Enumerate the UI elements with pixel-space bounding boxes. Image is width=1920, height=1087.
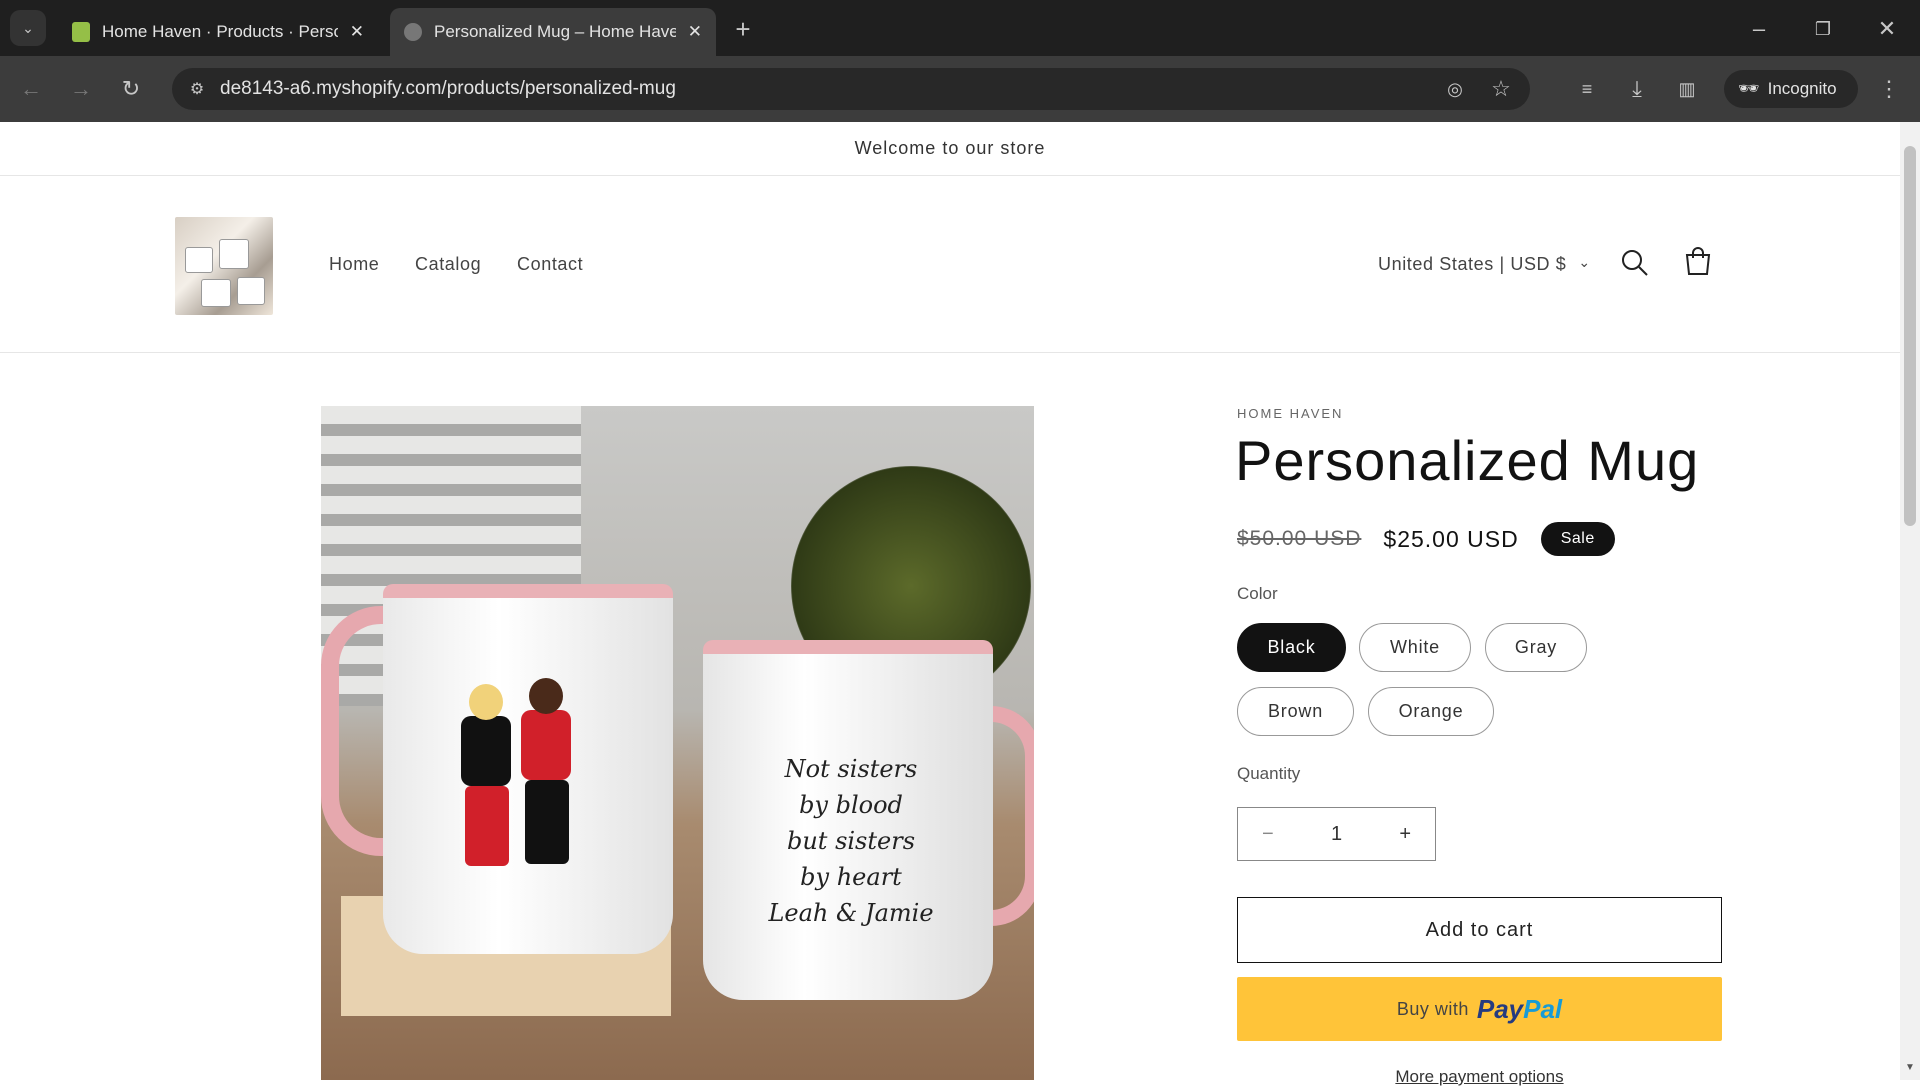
globe-icon bbox=[404, 23, 422, 41]
country-selector[interactable]: United States | USD $ ⌄ bbox=[1378, 254, 1591, 275]
tab-bar: ⌄ Home Haven · Products · Personalized M… bbox=[0, 0, 1920, 56]
color-option-brown[interactable]: Brown bbox=[1237, 687, 1354, 736]
reload-button[interactable]: ↻ bbox=[114, 72, 148, 106]
menu-icon[interactable]: ⋮ bbox=[1872, 72, 1906, 106]
search-icon[interactable] bbox=[1620, 248, 1650, 278]
media-icon[interactable]: ≡ bbox=[1570, 72, 1604, 106]
paypal-button[interactable]: Buy with PayPal bbox=[1237, 977, 1722, 1041]
more-payment-options-link[interactable]: More payment options bbox=[1237, 1067, 1722, 1087]
product-title: Personalized Mug bbox=[1235, 429, 1700, 492]
close-window-button[interactable]: ✕ bbox=[1870, 12, 1904, 46]
close-tab-icon[interactable]: ✕ bbox=[350, 22, 364, 42]
back-button[interactable]: ← bbox=[14, 72, 48, 106]
color-option-gray[interactable]: Gray bbox=[1485, 623, 1587, 672]
quantity-stepper: − 1 + bbox=[1237, 807, 1436, 861]
color-label: Color bbox=[1237, 584, 1278, 603]
increase-quantity-button[interactable]: + bbox=[1399, 823, 1411, 846]
nav-catalog[interactable]: Catalog bbox=[415, 254, 481, 275]
scroll-down-arrow[interactable]: ▼ bbox=[1905, 1062, 1915, 1073]
chevron-down-icon: ⌄ bbox=[1578, 254, 1591, 270]
nav-home[interactable]: Home bbox=[329, 254, 379, 275]
forward-button[interactable]: → bbox=[64, 72, 98, 106]
new-tab-button[interactable]: + bbox=[726, 12, 760, 46]
announcement-bar: Welcome to our store bbox=[0, 122, 1900, 176]
eye-off-icon[interactable]: ◎ bbox=[1440, 74, 1470, 104]
tab-personalized-mug[interactable]: Personalized Mug – Home Haven ✕ bbox=[390, 8, 716, 56]
bookmark-star-icon[interactable]: ☆ bbox=[1486, 74, 1516, 104]
incognito-icon: 🕶 bbox=[1738, 79, 1760, 98]
scrollbar-thumb[interactable] bbox=[1904, 146, 1916, 526]
compare-price: $50.00 USD bbox=[1237, 527, 1362, 550]
mug-illustration bbox=[431, 676, 601, 876]
sale-badge: Sale bbox=[1540, 522, 1615, 556]
add-to-cart-button[interactable]: Add to cart bbox=[1237, 897, 1722, 963]
product-image[interactable]: Not sisters by blood but sisters by hear… bbox=[321, 406, 1034, 1080]
store-logo[interactable] bbox=[175, 217, 273, 315]
download-icon[interactable]: ⤓ bbox=[1620, 72, 1654, 106]
shopify-icon bbox=[72, 22, 90, 42]
side-panel-icon[interactable]: ▥ bbox=[1670, 72, 1704, 106]
site-info-icon[interactable]: ⚙ bbox=[182, 74, 212, 104]
nav-contact[interactable]: Contact bbox=[517, 254, 583, 275]
header: Home Catalog Contact United States | USD… bbox=[0, 176, 1900, 353]
quantity-label: Quantity bbox=[1237, 764, 1301, 783]
restore-button[interactable]: ❐ bbox=[1806, 12, 1840, 46]
scrollbar[interactable]: ▼ bbox=[1900, 122, 1920, 1080]
address-bar[interactable]: ⚙ de8143-a6.myshopify.com/products/perso… bbox=[172, 68, 1530, 110]
mug-text: Not sisters by blood but sisters by hear… bbox=[768, 755, 934, 927]
quantity-input[interactable]: 1 bbox=[1331, 823, 1342, 846]
sale-price: $25.00 USD bbox=[1383, 525, 1519, 552]
color-option-white[interactable]: White bbox=[1359, 623, 1471, 672]
cart-icon[interactable] bbox=[1682, 246, 1714, 278]
price: $50.00 USD $25.00 USD Sale bbox=[1237, 522, 1615, 556]
store-page: Welcome to our store Home Catalog Contac… bbox=[0, 122, 1900, 1086]
close-tab-icon[interactable]: ✕ bbox=[688, 22, 702, 42]
paypal-logo: PayPal bbox=[1476, 993, 1563, 1024]
minimize-button[interactable]: – bbox=[1742, 12, 1776, 46]
tab-search-button[interactable]: ⌄ bbox=[10, 10, 46, 46]
color-option-black[interactable]: Black bbox=[1237, 623, 1346, 672]
incognito-badge[interactable]: 🕶 Incognito bbox=[1724, 70, 1858, 108]
tab-products[interactable]: Home Haven · Products · Personalized Mug… bbox=[58, 8, 378, 56]
vendor: HOME HAVEN bbox=[1237, 406, 1344, 421]
decrease-quantity-button[interactable]: − bbox=[1262, 823, 1274, 846]
color-option-orange[interactable]: Orange bbox=[1368, 687, 1494, 736]
